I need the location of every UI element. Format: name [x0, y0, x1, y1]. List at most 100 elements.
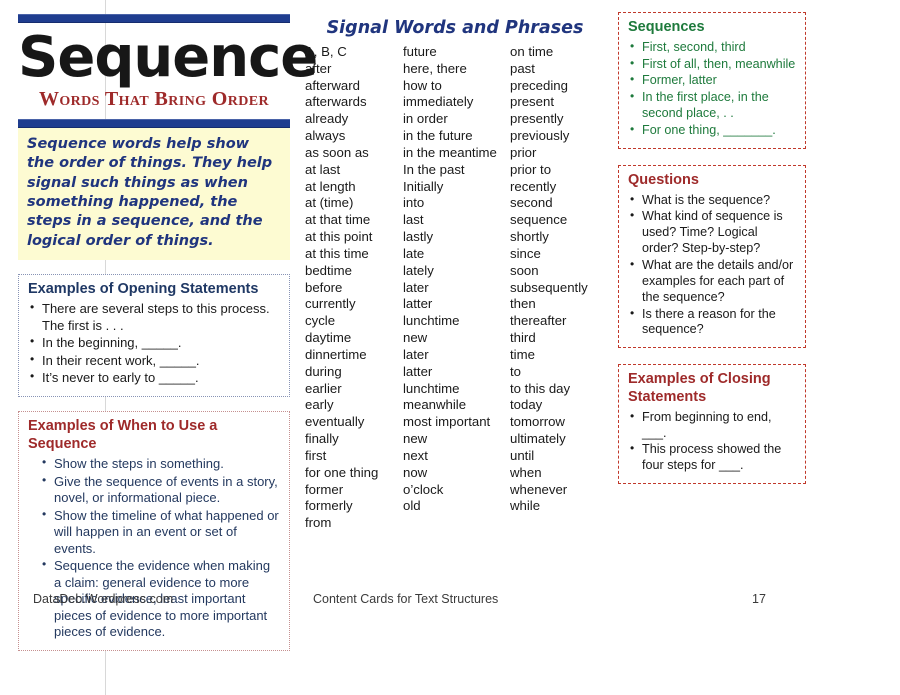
list-item: Former, latter [628, 72, 796, 89]
list-item: Show the timeline of what happened or wi… [28, 507, 280, 558]
signal-word: Initially [403, 178, 444, 194]
signal-word: since [510, 245, 541, 261]
signal-word: formerly [305, 498, 353, 514]
signal-word: while [510, 498, 541, 514]
panel-closing-statements-heading: Examples of Closing Statements [628, 371, 771, 405]
panel-opening-statements: Examples of Opening Statements There are… [18, 273, 290, 397]
signal-word: lunchtime [403, 313, 460, 329]
signal-word: now [403, 464, 428, 480]
signal-word: recently [510, 178, 557, 194]
list-item: In the first place, in the second place,… [628, 89, 796, 122]
signal-word: first [305, 447, 327, 463]
signal-word: last [403, 212, 424, 228]
signal-word: shortly [510, 229, 549, 245]
signal-word: at last [305, 161, 341, 177]
signal-word: from [305, 515, 332, 531]
signal-word: prior [510, 144, 537, 160]
signal-word: on time [510, 44, 554, 59]
panel-questions-list: What is the sequence? What kind of seque… [628, 192, 796, 339]
list-item: From beginning to end, ___. [628, 409, 796, 442]
signal-word: time [510, 346, 535, 362]
signal-word: today [510, 397, 543, 413]
panel-opening-statements-heading: Examples of Opening Statements [28, 280, 259, 297]
signal-word: at that time [305, 212, 371, 228]
signal-word: most important [403, 414, 491, 430]
signal-word: at this point [305, 229, 373, 245]
list-item: Show the steps in something. [28, 455, 280, 473]
list-item: Give the sequence of events in a story, … [28, 473, 280, 507]
signal-word: new [403, 431, 428, 447]
footer-page-number: 17 [752, 592, 766, 606]
signal-words-column-1: A, B, Cafter afterward afterwards already al… [305, 44, 403, 532]
list-item: First, second, third [628, 39, 796, 56]
panel-sequences: Sequences First, second, third First of … [618, 12, 806, 149]
signal-word: o’clock [403, 481, 444, 497]
signal-word: present [510, 94, 554, 110]
signal-word: future [403, 44, 437, 59]
panel-sequences-list: First, second, third First of all, then,… [628, 39, 796, 139]
signal-word: until [510, 447, 535, 463]
signal-word: afterwards [305, 94, 367, 110]
signal-word: finally [305, 431, 339, 447]
signal-word: sequence [510, 212, 568, 228]
signal-word: how to [403, 77, 442, 93]
signal-word: into [403, 195, 425, 211]
signal-word: at this time [305, 245, 369, 261]
signal-word: here, there [403, 60, 467, 76]
signal-word: later [403, 279, 429, 295]
signal-word: prior to [510, 161, 552, 177]
signal-word: at (time) [305, 195, 354, 211]
signal-word: second [510, 195, 553, 211]
list-item: What kind of sequence is used? Time? Log… [628, 208, 796, 257]
list-item: What is the sequence? [628, 192, 796, 209]
list-item: This process showed the four steps for _… [628, 441, 796, 474]
signal-word: lastly [403, 229, 434, 245]
signal-word: in the meantime [403, 144, 497, 160]
panel-closing-statements: Examples of Closing Statements From begi… [618, 364, 806, 485]
signal-words-grid: A, B, Cafter afterward afterwards already al… [305, 44, 605, 532]
signal-word: A, B, C [305, 44, 347, 59]
signal-word: already [305, 111, 349, 127]
signal-word: late [403, 245, 425, 261]
signal-word: tomorrow [510, 414, 565, 430]
signal-word: dinnertime [305, 346, 367, 362]
list-item: Is there a reason for the sequence? [628, 306, 796, 339]
signal-word: to [510, 363, 521, 379]
signal-word: in the future [403, 128, 473, 144]
panel-opening-statements-list: There are several steps to this process.… [28, 300, 280, 387]
signal-word: currently [305, 296, 356, 312]
panel-when-to-use-heading: Examples of When to Use a Sequence [28, 417, 218, 452]
signal-word: then [510, 296, 536, 312]
signal-word: bedtime [305, 262, 352, 278]
title-block: Sequence Words That Bring Order [18, 23, 318, 119]
list-item: In their recent work, _____. [28, 352, 280, 370]
signal-word: early [305, 397, 334, 413]
list-item: First of all, then, meanwhile [628, 56, 796, 73]
signal-word: old [403, 498, 421, 514]
footer-source: DataDeb.Wordpress.com [33, 592, 174, 606]
signal-word: soon [510, 262, 539, 278]
signal-word: latter [403, 296, 433, 312]
signal-word: past [510, 60, 535, 76]
footer-title: Content Cards for Text Structures [313, 592, 499, 606]
signal-word: afterward [305, 77, 360, 93]
panel-sequences-heading: Sequences [628, 19, 705, 35]
signal-words-heading: Signal Words and Phrases [326, 18, 584, 38]
page-title: Sequence [18, 25, 318, 90]
panel-when-to-use-list: Show the steps in something. Give the se… [28, 455, 280, 641]
signal-word: thereafter [510, 313, 567, 329]
signal-words-section: Signal Words and Phrases A, B, Cafter aft… [305, 18, 605, 532]
signal-word: always [305, 128, 346, 144]
signal-words-column-3: on time past preceding present presently prev… [510, 44, 605, 532]
signal-word: latter [403, 363, 433, 379]
signal-word: previously [510, 128, 570, 144]
signal-word: third [510, 330, 536, 346]
signal-word: In the past [403, 161, 465, 177]
signal-word: ultimately [510, 431, 566, 447]
panel-questions-heading: Questions [628, 171, 699, 188]
signal-word: preceding [510, 77, 568, 93]
signal-word: meanwhile [403, 397, 467, 413]
list-item: What are the details and/or examples for… [628, 257, 796, 306]
signal-word: earlier [305, 380, 342, 396]
top-rule-bar [18, 14, 290, 23]
